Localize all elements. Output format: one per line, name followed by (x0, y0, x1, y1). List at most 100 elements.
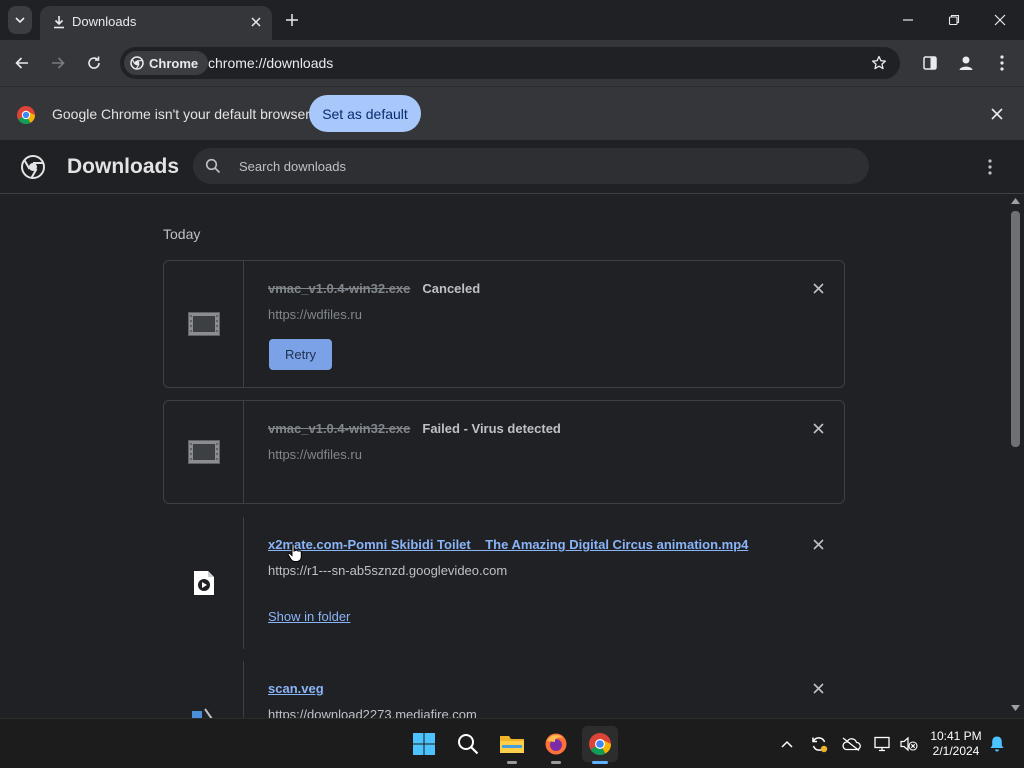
chevron-up-icon (781, 740, 793, 748)
chrome-logo-icon (16, 105, 36, 125)
restore-button[interactable] (942, 8, 966, 32)
volume-tray-button[interactable] (898, 733, 920, 755)
reload-button[interactable] (82, 51, 106, 75)
side-panel-button[interactable] (918, 51, 942, 75)
scroll-up-arrow-icon[interactable] (1011, 198, 1020, 204)
tab-title: Downloads (72, 14, 137, 29)
file-url: https://wdfiles.ru (268, 447, 362, 462)
start-button[interactable] (406, 726, 442, 762)
remove-item-button[interactable] (809, 535, 827, 553)
scroll-down-arrow-icon[interactable] (1011, 705, 1020, 711)
download-status: Canceled (422, 281, 481, 296)
downloads-menu-button[interactable] (980, 157, 1000, 177)
close-icon (812, 422, 824, 434)
bell-icon (990, 736, 1004, 752)
remove-item-button[interactable] (809, 419, 827, 437)
taskbar-search-button[interactable] (450, 726, 486, 762)
chrome-logo-icon (130, 56, 144, 70)
file-name-link[interactable]: scan.veg (268, 681, 324, 696)
close-icon (812, 538, 824, 550)
file-url: https://download2273.mediafire.com (268, 707, 477, 718)
restore-icon (948, 14, 960, 26)
notifications-button[interactable] (986, 733, 1008, 755)
forward-button[interactable] (46, 51, 70, 75)
star-icon (871, 55, 887, 70)
active-indicator (592, 761, 608, 764)
chrome-chip[interactable]: Chrome (124, 51, 209, 75)
video-file-icon (193, 571, 214, 595)
search-box[interactable] (193, 148, 869, 184)
folder-icon (500, 736, 524, 753)
file-icon-cell (164, 661, 244, 718)
show-hidden-icons-button[interactable] (776, 733, 798, 755)
download-icon (52, 15, 66, 29)
tab-close-button[interactable] (248, 14, 264, 30)
url-text[interactable]: chrome://downloads (208, 55, 333, 71)
back-button[interactable] (10, 51, 34, 75)
system-clock[interactable]: 10:41 PM 2/1/2024 (926, 729, 986, 759)
hand-cursor-icon (287, 543, 303, 563)
more-vert-icon (988, 159, 992, 175)
search-input[interactable] (237, 148, 837, 184)
file-name: vmac_v1.0.4-win32.exe Canceled (268, 281, 480, 296)
downloads-list: Today vmac_v1.0.4-win32.exe Canceled http… (0, 195, 1008, 718)
running-indicator (507, 761, 517, 764)
scrollbar[interactable] (1008, 195, 1024, 718)
firefox-icon (545, 733, 567, 755)
executable-file-icon (187, 440, 220, 464)
default-browser-infobar: Google Chrome isn't your default browser… (0, 86, 1024, 140)
file-url: https://wdfiles.ru (268, 307, 362, 322)
clock-date: 2/1/2024 (932, 744, 980, 758)
retry-button[interactable]: Retry (269, 339, 332, 370)
close-icon (994, 14, 1006, 26)
running-indicator (551, 761, 561, 764)
remove-item-button[interactable] (809, 679, 827, 697)
network-icon (874, 736, 890, 752)
tab-search-button[interactable] (8, 6, 32, 34)
show-in-folder-link[interactable]: Show in folder (268, 609, 350, 624)
file-name-link[interactable]: x2mate.com-Pomni Skibidi Toilet _ The Am… (268, 537, 748, 552)
chrome-menu-button[interactable] (990, 51, 1014, 75)
reload-icon (88, 56, 100, 69)
close-icon (991, 108, 1003, 120)
file-url: https://r1---sn-ab5sznzd.googlevideo.com (268, 563, 508, 578)
file-name: vmac_v1.0.4-win32.exe Failed - Virus dete… (268, 421, 561, 436)
taskbar-chrome[interactable] (582, 726, 618, 764)
taskbar-file-explorer[interactable] (494, 726, 530, 764)
chevron-down-icon (15, 17, 25, 24)
sync-icon (812, 737, 828, 753)
close-window-button[interactable] (988, 8, 1012, 32)
executable-file-icon (187, 312, 220, 336)
chrome-logo-icon (20, 154, 46, 180)
downloads-header: Downloads (0, 140, 1024, 194)
more-vert-icon (1000, 55, 1004, 71)
plus-icon (286, 14, 298, 26)
infobar-message: Google Chrome isn't your default browser (52, 106, 310, 122)
new-tab-button[interactable] (282, 10, 302, 30)
infobar-close-button[interactable] (988, 105, 1006, 123)
download-item: x2mate.com-Pomni Skibidi Toilet _ The Am… (163, 516, 845, 650)
onedrive-tray-button[interactable] (840, 733, 862, 755)
remove-item-button[interactable] (809, 279, 827, 297)
download-item: scan.veg https://download2273.mediafire.… (163, 660, 845, 718)
address-bar[interactable]: Chrome chrome://downloads (120, 47, 900, 79)
minimize-button[interactable] (896, 8, 920, 32)
network-tray-button[interactable] (872, 733, 894, 755)
file-icon-cell (164, 261, 244, 387)
tab-strip: Downloads (0, 0, 1024, 40)
speaker-muted-icon (900, 736, 918, 752)
taskbar: 10:41 PM 2/1/2024 (0, 718, 1024, 768)
scrollbar-thumb[interactable] (1011, 211, 1020, 447)
taskbar-firefox[interactable] (538, 726, 574, 764)
bookmark-button[interactable] (868, 52, 890, 74)
tab-downloads[interactable]: Downloads (40, 6, 272, 40)
search-icon (205, 158, 221, 174)
side-panel-icon (923, 56, 937, 70)
set-as-default-button[interactable]: Set as default (309, 95, 421, 132)
close-icon (812, 282, 824, 294)
vegas-file-icon (191, 708, 213, 718)
download-item: vmac_v1.0.4-win32.exe Failed - Virus dete… (163, 400, 845, 504)
profile-button[interactable] (954, 51, 978, 75)
sync-tray-button[interactable] (808, 733, 830, 755)
windows-logo-icon (413, 733, 435, 755)
